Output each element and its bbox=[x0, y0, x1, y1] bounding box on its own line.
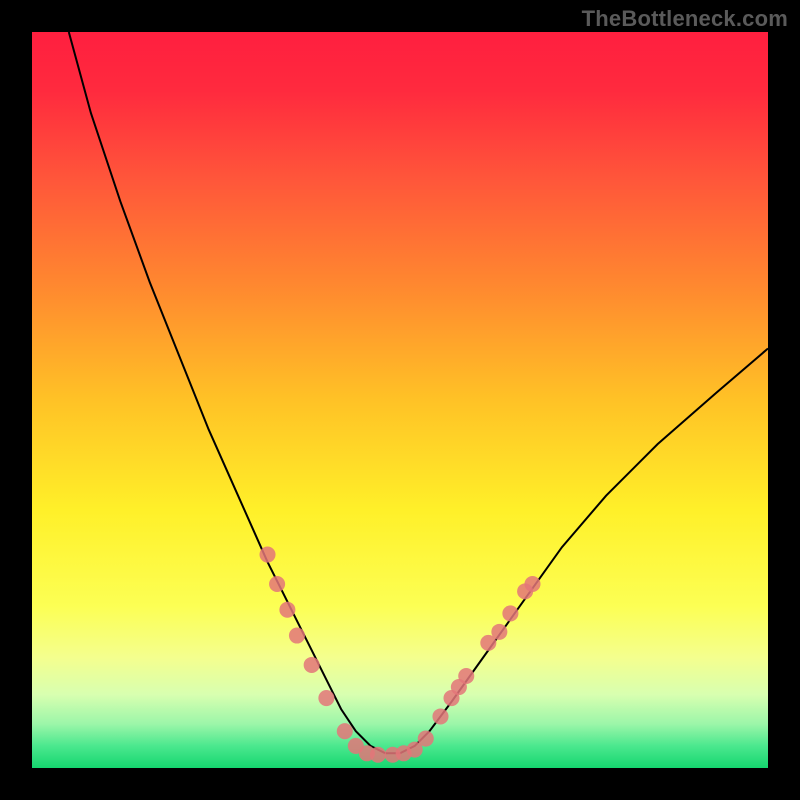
sample-point bbox=[279, 602, 295, 618]
sample-point bbox=[370, 747, 386, 763]
sample-point bbox=[337, 723, 353, 739]
watermark-text: TheBottleneck.com bbox=[582, 6, 788, 32]
sample-point bbox=[318, 690, 334, 706]
sample-point bbox=[259, 547, 275, 563]
sample-point bbox=[432, 708, 448, 724]
sample-point bbox=[304, 657, 320, 673]
sample-point bbox=[491, 624, 507, 640]
sample-point bbox=[289, 627, 305, 643]
sample-point bbox=[269, 576, 285, 592]
sample-point bbox=[418, 731, 434, 747]
plot-background bbox=[32, 32, 768, 768]
chart-frame: TheBottleneck.com bbox=[0, 0, 800, 800]
sample-point bbox=[502, 605, 518, 621]
chart-plot-area bbox=[32, 32, 768, 768]
sample-point bbox=[524, 576, 540, 592]
sample-point bbox=[458, 668, 474, 684]
